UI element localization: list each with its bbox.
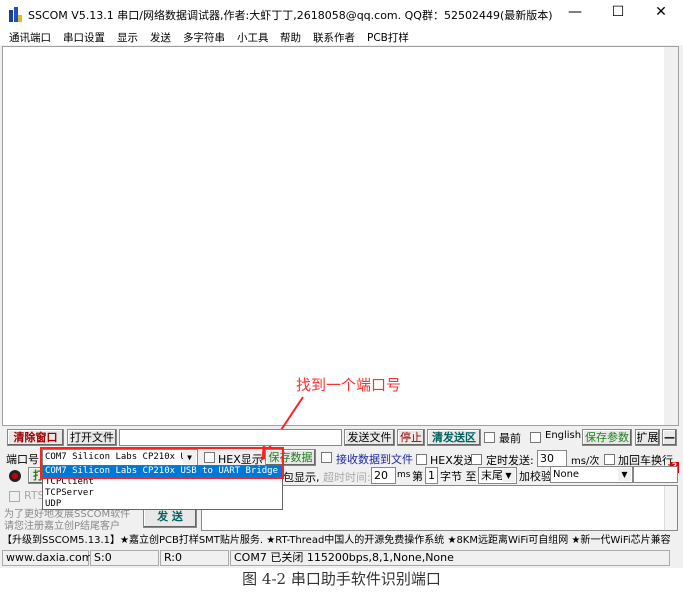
byte-index-input[interactable]: 1 xyxy=(425,467,438,484)
open-file-button[interactable]: 打开文件 xyxy=(67,429,117,446)
chevron-down-icon[interactable]: ▼ xyxy=(502,469,515,482)
checksum-label: 加校验 xyxy=(519,470,552,483)
checksum-select[interactable]: None ▼ xyxy=(550,466,633,483)
chevron-down-icon[interactable]: ▼ xyxy=(618,468,631,481)
collapse-button[interactable]: — xyxy=(662,429,677,446)
timed-send-label: 定时发送: xyxy=(486,454,534,467)
menu-contact[interactable]: 联系作者 xyxy=(313,30,355,45)
minimize-button[interactable]: — xyxy=(560,4,590,20)
highlight-box xyxy=(40,447,284,479)
menu-display[interactable]: 显示 xyxy=(117,30,138,45)
menu-pcb[interactable]: PCB打样 xyxy=(367,30,409,45)
english-label: English xyxy=(545,430,582,441)
hex-send-label: HEX发送 xyxy=(430,454,475,467)
title-bar: SSCOM V5.13.1 串口/网络数据调试器,作者:大虾丁丁,2618058… xyxy=(0,0,683,28)
port-option[interactable]: TCPServer xyxy=(43,488,282,499)
add-crlf-checkbox[interactable] xyxy=(604,454,615,465)
ticker[interactable]: 【升级到SSCOM5.13.1】★嘉立创PCB打样SMT贴片服务. ★RT-Th… xyxy=(2,533,681,548)
packet-display-label: 包显示, xyxy=(283,471,320,484)
timed-send-checkbox[interactable] xyxy=(471,454,482,465)
menu-bar: 通讯端口 串口设置 显示 发送 多字符串 小工具 帮助 联系作者 PCB打样 xyxy=(0,28,683,45)
status-received: R:0 xyxy=(160,550,229,566)
english-checkbox[interactable] xyxy=(530,432,541,443)
interval-unit: ms/次 xyxy=(571,456,600,467)
menu-port-settings[interactable]: 串口设置 xyxy=(63,30,105,45)
checksum-extra-input[interactable] xyxy=(633,466,678,483)
menu-multi-string[interactable]: 多字符串 xyxy=(183,30,225,45)
save-params-button[interactable]: 保存参数 xyxy=(582,429,632,446)
end-select[interactable]: 末尾 ▼ xyxy=(478,467,517,484)
status-sent: S:0 xyxy=(90,550,159,566)
topmost-checkbox[interactable] xyxy=(484,432,495,443)
rts-checkbox[interactable] xyxy=(9,491,20,502)
app-icon xyxy=(9,7,22,22)
recv-to-file-checkbox[interactable] xyxy=(321,452,332,463)
byte-to-label: 字节 至 xyxy=(440,470,477,483)
maximize-button[interactable]: ☐ xyxy=(603,4,633,20)
timeout-label: 超时时间: xyxy=(323,471,371,484)
port-option[interactable]: UDP xyxy=(43,499,282,510)
checksum-select-value: None xyxy=(553,469,580,480)
sscom-window: SSCOM V5.13.1 串口/网络数据调试器,作者:大虾丁丁,2618058… xyxy=(0,0,683,568)
menu-comm-port[interactable]: 通讯端口 xyxy=(9,30,51,45)
topmost-label: 最前 xyxy=(499,432,521,445)
port-label: 端口号 xyxy=(6,453,39,466)
stop-button[interactable]: 停止 xyxy=(397,429,425,446)
recv-to-file-label: 接收数据到文件 xyxy=(336,453,413,466)
clear-send-button[interactable]: 清发送区 xyxy=(427,429,481,446)
port-status-led-icon xyxy=(9,470,21,482)
menu-tools[interactable]: 小工具 xyxy=(237,30,269,45)
end-select-value: 末尾 xyxy=(481,469,503,482)
receive-area[interactable] xyxy=(2,46,679,426)
figure-caption: 图 4-2 串口助手软件识别端口 xyxy=(242,570,441,588)
annotation-text: 找到一个端口号 xyxy=(296,376,402,394)
interval-input[interactable]: 30 xyxy=(537,450,567,467)
menu-help[interactable]: 帮助 xyxy=(280,30,301,45)
promo-line-2: 请您注册嘉立创P结尾客户 xyxy=(4,521,121,532)
timeout-unit: ms xyxy=(397,470,411,480)
expand-button[interactable]: 扩展 xyxy=(635,429,660,446)
timeout-input[interactable]: 20 xyxy=(371,467,396,484)
nth-label: 第 xyxy=(412,470,423,483)
status-port: COM7 已关闭 115200bps,8,1,None,None xyxy=(230,550,670,566)
close-button[interactable]: ✕ xyxy=(646,4,676,20)
send-file-button[interactable]: 发送文件 xyxy=(344,429,395,446)
receive-scrollbar[interactable] xyxy=(664,47,678,425)
window-title: SSCOM V5.13.1 串口/网络数据调试器,作者:大虾丁丁,2618058… xyxy=(28,9,553,22)
hex-send-checkbox[interactable] xyxy=(416,454,427,465)
file-path-input[interactable] xyxy=(119,429,342,446)
status-website[interactable]: www.daxia.com xyxy=(2,550,93,566)
clear-window-button[interactable]: 清除窗口 xyxy=(7,429,64,446)
send-scrollbar[interactable] xyxy=(664,486,677,530)
menu-send[interactable]: 发送 xyxy=(150,30,171,45)
